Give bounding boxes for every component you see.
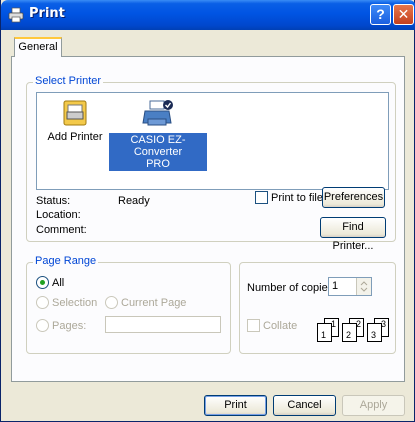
copies-spinner[interactable] xyxy=(356,278,371,295)
tab-general[interactable]: General xyxy=(14,37,62,57)
collate-page-front-1-number: 1 xyxy=(321,330,327,340)
cancel-button[interactable]: Cancel xyxy=(273,395,336,416)
status-label: Status: xyxy=(36,195,71,207)
comment-row: Comment: xyxy=(36,224,87,236)
collate-page-front-3: 3 xyxy=(367,323,382,342)
location-label: Location: xyxy=(36,209,81,221)
collate-checkbox[interactable] xyxy=(247,319,260,332)
collate-page-front-3-number: 3 xyxy=(371,330,377,340)
add-printer-label: Add Printer xyxy=(47,131,103,143)
collate-illustration: 1 1 2 2 3 3 xyxy=(317,318,397,348)
printer-item-casio[interactable]: CASIO EZ-Converter PRO xyxy=(109,99,207,171)
collate-page-front-2: 2 xyxy=(342,323,357,342)
help-button[interactable]: ? xyxy=(370,4,391,25)
pages-radio[interactable] xyxy=(36,319,49,332)
page-range-legend: Page Range xyxy=(33,255,99,267)
print-dialog: Print ? ✕ General Select Printer Add Pri… xyxy=(0,0,415,422)
all-label[interactable]: All xyxy=(52,277,64,289)
pages-input[interactable] xyxy=(105,316,221,333)
window-title: Print xyxy=(29,6,65,21)
printer-list[interactable]: Add Printer CASIO EZ-Converter PRO xyxy=(36,92,389,190)
add-printer-icon xyxy=(63,100,87,126)
current-page-radio[interactable] xyxy=(105,296,118,309)
casio-name-line2: PRO xyxy=(146,158,170,170)
current-page-label[interactable]: Current Page xyxy=(121,297,186,309)
printer-item-add-printer[interactable]: Add Printer xyxy=(45,99,105,143)
find-printer-button[interactable]: Find Printer... xyxy=(320,217,386,252)
status-value: Ready xyxy=(118,195,150,207)
status-row: Status: Ready xyxy=(36,195,150,207)
print-to-file-label[interactable]: Print to file xyxy=(271,192,323,204)
comment-label: Comment: xyxy=(36,224,87,236)
preferences-button[interactable]: Preferences xyxy=(322,187,385,208)
number-of-copies-label: Number of copies: xyxy=(247,282,337,294)
print-to-file-checkbox[interactable] xyxy=(255,191,268,204)
casio-printer-label: CASIO EZ-Converter PRO xyxy=(109,133,207,171)
selection-label[interactable]: Selection xyxy=(52,297,97,309)
collate-label[interactable]: Collate xyxy=(263,320,297,332)
selection-radio[interactable] xyxy=(36,296,49,309)
pages-label[interactable]: Pages: xyxy=(52,320,86,332)
title-bar[interactable]: Print ? ✕ xyxy=(1,0,415,30)
apply-button[interactable]: Apply xyxy=(342,395,405,416)
printer-icon xyxy=(142,100,173,126)
collate-page-front-2-number: 2 xyxy=(346,330,352,340)
printer-title-icon xyxy=(8,7,24,23)
location-row: Location: xyxy=(36,209,81,221)
all-radio[interactable] xyxy=(36,276,49,289)
casio-name-line1: CASIO EZ-Converter xyxy=(130,134,186,158)
collate-page-front-1: 1 xyxy=(317,323,332,342)
close-button[interactable]: ✕ xyxy=(393,4,414,25)
spinner-arrows-icon xyxy=(360,281,368,292)
select-printer-legend: Select Printer xyxy=(33,75,104,87)
print-button[interactable]: Print xyxy=(204,395,267,416)
